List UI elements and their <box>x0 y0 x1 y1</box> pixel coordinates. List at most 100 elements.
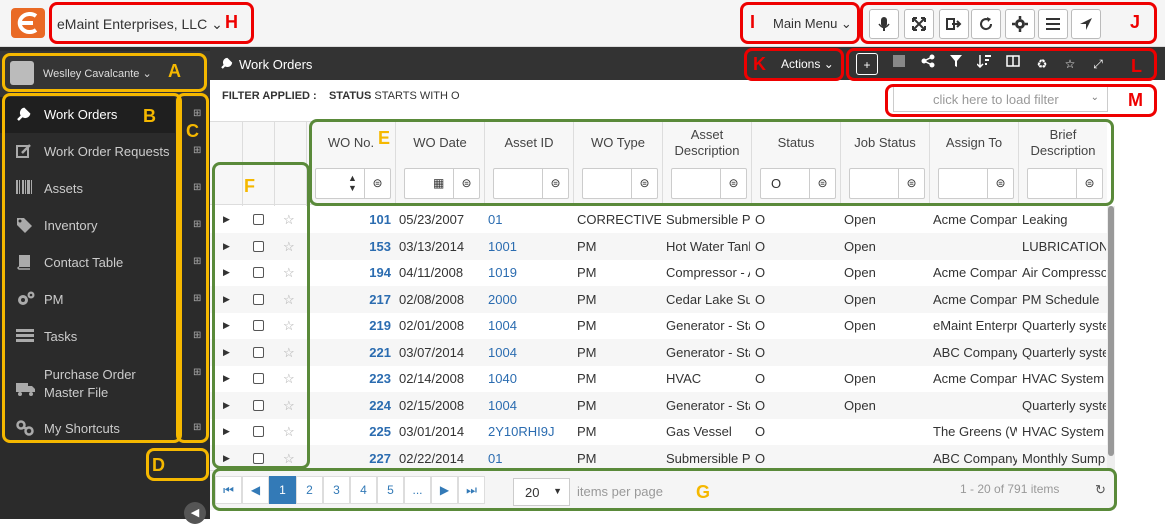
cell-asset-description: Generator - Standby <box>666 318 750 333</box>
cell-asset-id[interactable]: 01 <box>488 451 572 466</box>
collapse-sidebar-icon[interactable]: ◀ <box>184 502 206 524</box>
cell-brief-description: PM Schedule <box>1022 291 1100 307</box>
cell-job-status: Open <box>844 371 876 386</box>
table-row[interactable]: ▶☆22402/15/20081004PMGenerator - Standby… <box>210 391 1107 419</box>
cell-asset-id[interactable]: 01 <box>488 212 572 227</box>
cell-asset-id[interactable]: 1019 <box>488 265 572 280</box>
cell-wo-date: 02/01/2008 <box>399 318 465 333</box>
cell-wo-no[interactable]: 219 <box>310 318 391 333</box>
cell-brief-description: Quarterly system <box>1022 344 1106 360</box>
annotation-box-i <box>740 2 860 44</box>
cell-asset-description: Compressor - Air <box>666 265 750 280</box>
table-row[interactable]: ▶☆22103/07/20141004PMGenerator - Standby… <box>210 338 1107 366</box>
cell-asset-id[interactable]: 1004 <box>488 318 572 333</box>
cell-wo-date: 02/15/2008 <box>399 397 465 413</box>
scrollbar-thumb[interactable] <box>1108 206 1114 456</box>
cell-job-status: Open <box>844 238 876 254</box>
cell-asset-description: Hot Water Tank <box>666 238 750 254</box>
cell-assign-to: Acme Company <box>933 371 1017 386</box>
grid-scrollbar[interactable] <box>1107 206 1115 470</box>
cell-brief-description: HVAC System <box>1022 371 1105 386</box>
table-row[interactable]: ▶☆19404/11/20081019PMCompressor - AirOOp… <box>210 259 1107 286</box>
annotation-box-j <box>860 2 1157 44</box>
cell-wo-type: PM <box>577 291 597 307</box>
cell-assign-to: ABC Company <box>933 450 1017 466</box>
cell-brief-description: LUBRICATION <box>1022 238 1106 254</box>
cell-brief-description: Leaking <box>1022 212 1068 227</box>
page-title: Work Orders <box>239 57 313 72</box>
cell-asset-id[interactable]: 1004 <box>488 345 572 360</box>
annotation-label-d: D <box>152 455 165 475</box>
cell-status: O <box>755 397 766 413</box>
cell-wo-no[interactable]: 225 <box>310 424 391 439</box>
annotation-box-c <box>176 93 209 443</box>
table-row[interactable]: ▶ ☆ 225 03/01/2014 2Y10RHI9J PM Gas Vessel O The… <box>210 418 1107 445</box>
cell-asset-description: Cedar Lake Sub <box>666 291 750 307</box>
annotation-box-f <box>212 162 310 469</box>
cell-wo-no[interactable]: 101 <box>310 212 391 227</box>
cell-wo-date: 05/23/2007 <box>399 212 465 227</box>
cell-wo-no[interactable]: 221 <box>310 345 391 360</box>
cell-wo-type: PM <box>577 344 597 360</box>
cell-asset-description: Submersible Pump <box>666 212 750 227</box>
cell-brief-description: Monthly Sump <box>1022 450 1106 466</box>
cell-wo-no[interactable]: 224 <box>310 398 391 413</box>
cell-wo-no[interactable]: 194 <box>310 265 391 280</box>
cell-wo-type: PM <box>577 371 597 386</box>
cell-status: O <box>755 318 766 333</box>
cell-asset-description: Generator - Standby <box>666 344 750 360</box>
cell-assign-to: Acme Company <box>933 212 1017 227</box>
cell-wo-no[interactable]: 153 <box>310 239 391 254</box>
cell-wo-date: 03/13/2014 <box>399 238 465 254</box>
cell-wo-no[interactable]: 223 <box>310 371 391 386</box>
cell-brief-description: Quarterly system <box>1022 318 1106 333</box>
cell-status: O <box>755 424 766 439</box>
annotation-box-b <box>2 93 182 443</box>
annotation-label-b: B <box>143 106 156 126</box>
annotation-label-h: H <box>225 12 238 32</box>
cell-status: O <box>755 265 766 280</box>
cell-job-status: Open <box>844 318 876 333</box>
cell-wo-type: PM <box>577 238 597 254</box>
annotation-box-g <box>212 468 1117 511</box>
table-row[interactable]: ▶ ☆ 153 03/13/2014 1001 PM Hot Water Tank O Open… <box>210 232 1107 260</box>
annotation-box-m <box>885 84 1157 117</box>
annotation-label-e: E <box>378 128 391 148</box>
annotation-box-l <box>846 48 1157 81</box>
cell-status: O <box>755 291 766 307</box>
cell-asset-id[interactable]: 1001 <box>488 239 572 254</box>
cell-asset-id[interactable]: 1040 <box>488 371 572 386</box>
cell-asset-id[interactable]: 1004 <box>488 398 572 413</box>
cell-wo-date: 03/01/2014 <box>399 424 465 439</box>
cell-assign-to: ABC Company <box>933 344 1017 360</box>
wrench-icon <box>220 56 234 73</box>
annotation-box-h <box>49 2 254 44</box>
table-row[interactable]: ▶☆22702/22/201401PMSubmersible PumpOABC … <box>210 444 1107 470</box>
cell-status: O <box>755 238 766 254</box>
cell-job-status: Open <box>844 212 876 227</box>
cell-brief-description: Air Compressor <box>1022 265 1106 280</box>
emaint-logo[interactable] <box>11 8 45 38</box>
cell-asset-id[interactable]: 2000 <box>488 292 572 307</box>
table-row[interactable]: ▶ ☆ 101 05/23/2007 01 CORRECTIVE Submersible P… <box>210 206 1107 233</box>
cell-wo-no[interactable]: 217 <box>310 292 391 307</box>
cell-wo-type: PM <box>577 450 597 466</box>
annotation-label-f: F <box>244 176 255 196</box>
table-row[interactable]: ▶ ☆ 223 02/14/2008 1040 PM HVAC O Open Acme Compa… <box>210 365 1107 392</box>
cell-job-status: Open <box>844 265 876 280</box>
table-row[interactable]: ▶☆21902/01/20081004PMGenerator - Standby… <box>210 312 1107 339</box>
annotation-label-i: I <box>750 12 756 32</box>
cell-brief-description: HVAC System <box>1022 424 1105 439</box>
cell-job-status: Open <box>844 291 876 307</box>
cell-status: O <box>755 371 766 386</box>
cell-wo-no[interactable]: 227 <box>310 451 391 466</box>
cell-asset-description: Generator - Standby <box>666 397 750 413</box>
cell-wo-type: PM <box>577 424 597 439</box>
filter-label: FILTER APPLIED : STATUS STARTS WITH O <box>222 90 460 102</box>
cell-asset-description: HVAC <box>666 371 702 386</box>
annotation-label-j: J <box>1130 12 1141 32</box>
cell-assign-to: The Greens (W) <box>933 424 1017 439</box>
table-row[interactable]: ▶☆21702/08/20082000PMCedar Lake SubOOpen… <box>210 285 1107 313</box>
cell-assign-to: eMaint Enterprises <box>933 318 1017 333</box>
cell-asset-id[interactable]: 2Y10RHI9J <box>488 424 572 439</box>
